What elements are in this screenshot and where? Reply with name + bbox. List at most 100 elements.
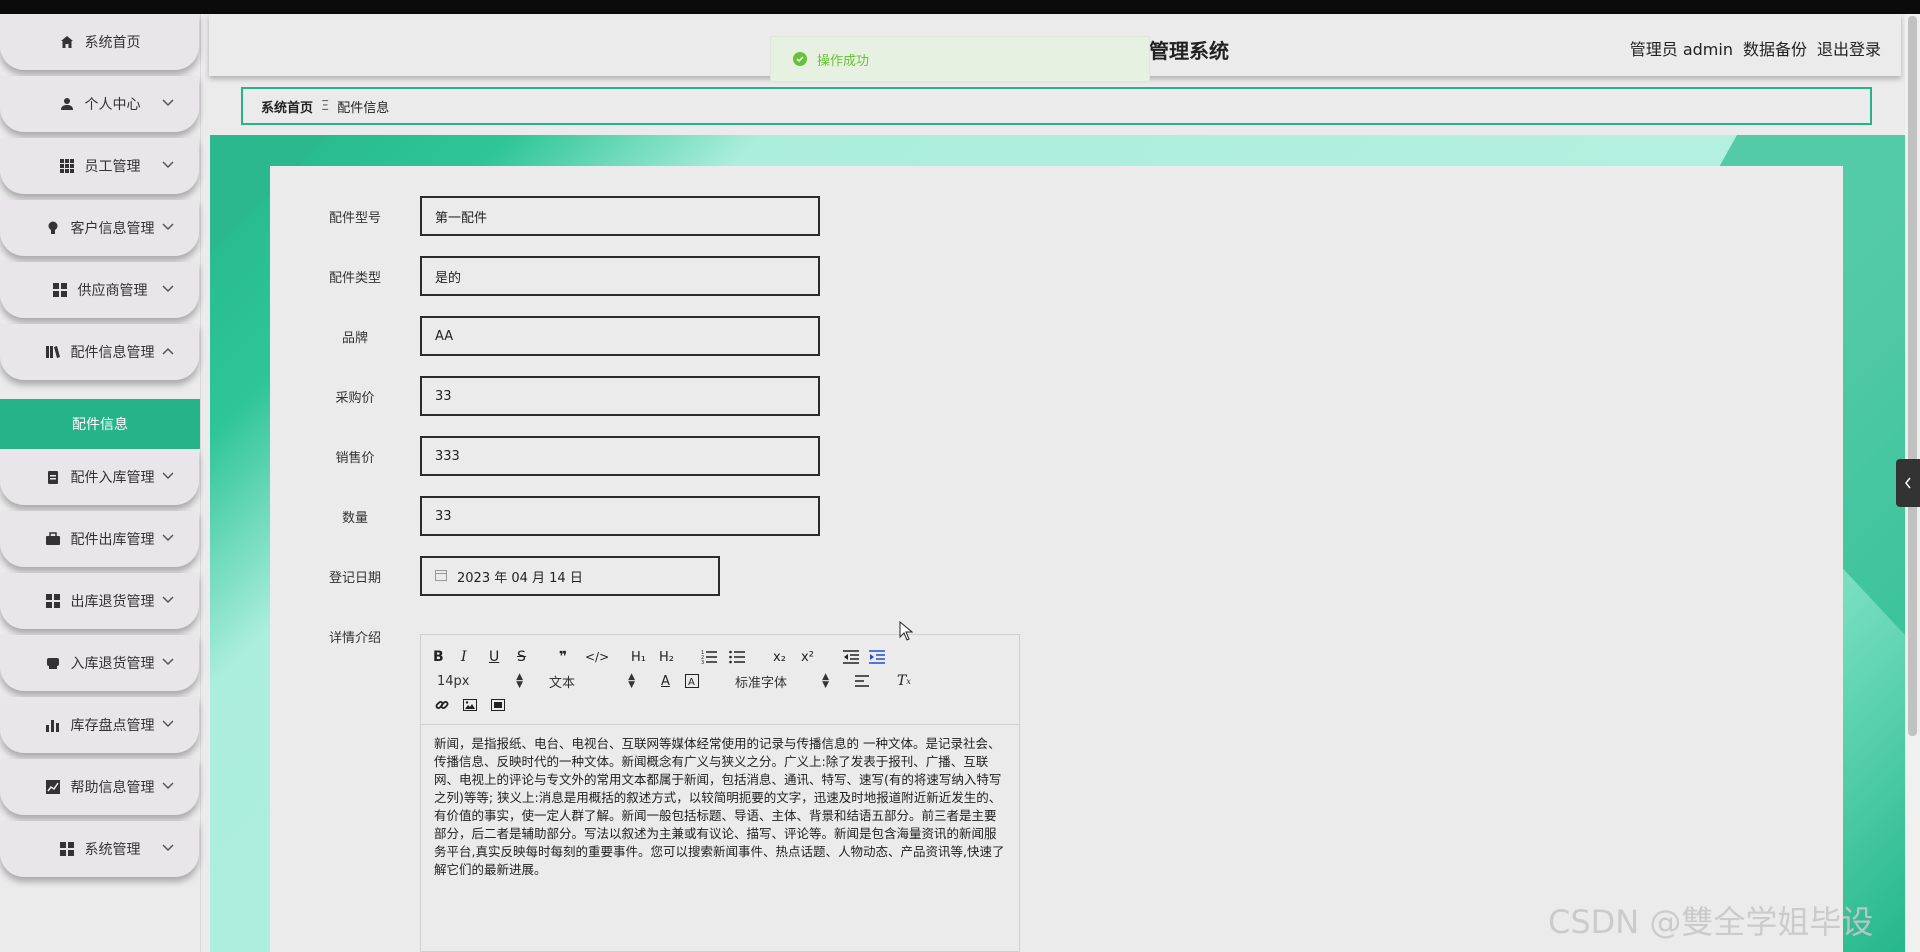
heading2-icon[interactable]: H₂ [659,647,674,667]
heading1-icon[interactable]: H₁ [631,647,646,667]
sidebar-item-parts-info[interactable]: 配件信息管理 [0,324,199,380]
select-arrows-icon: ▲ ▼ [822,672,829,690]
sidebar-item-help[interactable]: 帮助信息管理 [0,759,199,815]
chevron-down-icon [159,156,177,174]
purchase-price-input[interactable]: 33 [420,376,820,416]
grid-icon [59,158,75,174]
field-label: 数量 [341,510,368,526]
rich-text-editor: B I U S ❞ </> H₁ H₂ 123 x₂ x² 14px ▲ ▼ 文本… [420,634,1020,952]
code-icon[interactable]: </> [585,647,609,667]
clear-format-icon[interactable]: Tx [897,671,911,691]
font-family-select[interactable]: 标准字体 ▲ ▼ [735,671,829,691]
bold-icon[interactable]: B [433,647,444,667]
superscript-icon[interactable]: x² [801,647,814,667]
check-circle-icon [793,52,807,66]
sidebar-item-outbound-return[interactable]: 出库退货管理 [0,573,199,629]
backup-link[interactable]: 数据备份 [1743,36,1807,60]
home-icon [59,34,75,50]
chevron-down-icon [159,653,177,671]
italic-icon[interactable]: I [461,647,467,667]
apps-icon [59,841,75,857]
date-picker[interactable]: 2023 年 04 月 14 日 [420,556,720,596]
outdent-icon[interactable] [843,647,859,667]
sidebar-item-label: 出库退货管理 [70,594,155,610]
chevron-down-icon [159,839,177,857]
sidebar-item-label: 供应商管理 [77,283,148,299]
ordered-list-icon[interactable]: 123 [701,647,717,667]
side-panel-toggle[interactable] [1896,459,1920,507]
calendar-icon [435,569,447,584]
sidebar-item-stocktake[interactable]: 库存盘点管理 [0,697,199,753]
bullet-list-icon[interactable] [729,647,745,667]
text-type-value: 文本 [549,675,576,691]
sidebar-item-label: 配件入库管理 [70,470,155,486]
type-input[interactable]: 是的 [420,256,820,296]
subscript-icon[interactable]: x₂ [773,647,786,667]
sidebar-item-label: 个人中心 [84,97,141,113]
current-user: 管理员 admin [1629,40,1733,59]
screen-top-bar [0,0,1920,14]
field-label: 采购价 [335,390,375,406]
field-label: 登记日期 [328,570,381,586]
sidebar-item-label: 配件出库管理 [70,532,155,548]
svg-text:3: 3 [701,660,704,664]
select-arrows-icon: ▲ ▼ [628,672,635,690]
sidebar-item-inbound-return[interactable]: 入库退货管理 [0,635,199,691]
strikethrough-icon[interactable]: S [517,647,526,667]
link-icon[interactable] [435,695,449,715]
chevron-down-icon [159,715,177,733]
sidebar-item-label: 库存盘点管理 [70,718,155,734]
text-type-select[interactable]: 文本 ▲ ▼ [549,671,635,691]
submenu-item-parts-info[interactable]: 配件信息 [0,399,200,449]
sidebar-item-label: 帮助信息管理 [70,780,155,796]
success-toast: 操作成功 [770,36,1150,82]
sidebar-item-label: 员工管理 [84,159,141,175]
field-label: 详情介绍 [328,630,381,646]
breadcrumb-home[interactable]: 系统首页 [261,97,313,116]
sidebar-item-label: 客户信息管理 [70,221,155,237]
sidebar-item-label: 系统首页 [84,35,141,51]
sidebar-item-supplier[interactable]: 供应商管理 [0,262,199,318]
sale-price-input[interactable]: 333 [420,436,820,476]
video-icon[interactable] [491,695,505,715]
background-color-icon[interactable]: A [685,671,699,691]
image-icon[interactable] [463,695,477,715]
sidebar-item-customer[interactable]: 客户信息管理 [0,200,199,256]
select-arrows-icon: ▲ ▼ [516,672,523,690]
chevron-left-icon [1904,474,1912,493]
logout-link[interactable]: 退出登录 [1817,36,1881,60]
chevron-down-icon [159,94,177,112]
quote-icon[interactable]: ❞ [559,647,567,667]
sidebar-item-staff[interactable]: 员工管理 [0,138,199,194]
editor-toolbar: B I U S ❞ </> H₁ H₂ 123 x₂ x² 14px ▲ ▼ 文本… [421,635,1019,725]
field-label: 品牌 [341,330,368,346]
date-value: 2023 年 04 月 14 日 [457,570,583,586]
brand-input[interactable]: AA [420,316,820,356]
sidebar-item-parts-outbound[interactable]: 配件出库管理 [0,511,199,567]
sidebar-item-parts-inbound[interactable]: 配件入库管理 [0,449,199,505]
sidebar-item-label: 系统管理 [84,842,141,858]
field-label: 配件型号 [328,210,381,226]
chevron-down-icon [159,777,177,795]
chevron-down-icon [159,218,177,236]
font-size-select[interactable]: 14px ▲ ▼ [437,671,523,691]
svg-text:A: A [688,677,695,688]
sidebar-item-label: 配件信息管理 [70,345,155,361]
bulb-icon [45,220,61,236]
sidebar: 系统首页 个人中心 员工管理 客户信息管理 供应商管理 配件信息管理 配件信息 … [0,14,201,952]
quantity-input[interactable]: 33 [420,496,820,536]
breadcrumb: 系统首页 Ξ 配件信息 [241,87,1872,125]
align-left-icon[interactable] [855,671,869,691]
underline-icon[interactable]: U [489,647,499,667]
chevron-down-icon [159,467,177,485]
editor-content[interactable]: 新闻，是指报纸、电台、电视台、互联网等媒体经常使用的记录与传播信息的 一种文体。… [421,725,1019,889]
model-input[interactable]: 第一配件 [420,196,820,236]
user-icon [59,96,75,112]
indent-icon[interactable] [869,647,885,667]
sidebar-item-system[interactable]: 系统管理 [0,821,199,877]
sidebar-item-personal-center[interactable]: 个人中心 [0,76,199,132]
scrollbar-thumb[interactable] [1908,16,1917,736]
font-size-value: 14px [437,673,470,689]
font-color-icon[interactable]: A [661,671,670,691]
sidebar-item-home[interactable]: 系统首页 [0,14,199,70]
